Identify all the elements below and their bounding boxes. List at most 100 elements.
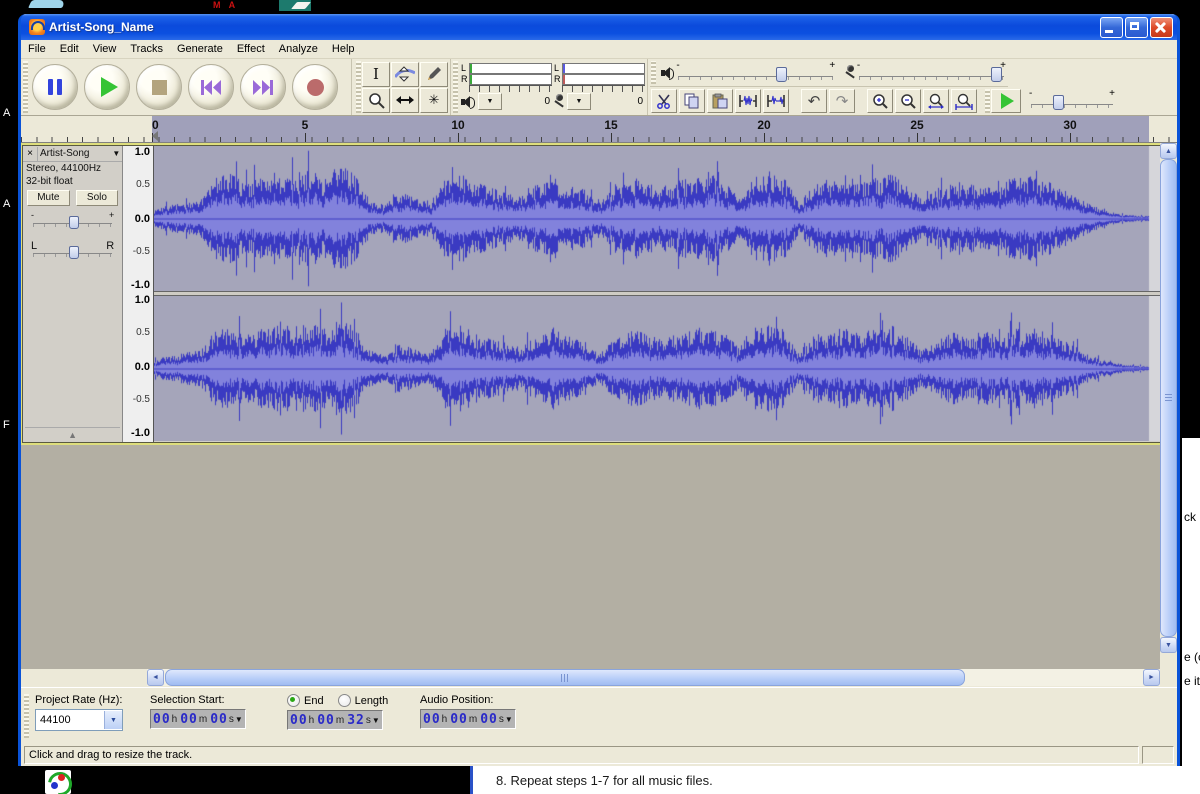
play-button[interactable] xyxy=(84,64,130,110)
timeshift-tool-button[interactable] xyxy=(391,88,419,113)
menu-edit[interactable]: Edit xyxy=(53,41,86,57)
audio-position-field[interactable]: 00h 00m 00s ▼ xyxy=(420,709,516,729)
track-gain-thumb[interactable] xyxy=(69,216,79,229)
track-pan-slider[interactable]: L R xyxy=(33,242,112,260)
track-collapse-button[interactable]: ▲ xyxy=(25,427,120,442)
waveform-channel-right[interactable] xyxy=(154,296,1160,441)
multi-tool-icon: ✳ xyxy=(429,92,440,108)
length-radio[interactable]: Length xyxy=(338,694,389,707)
scroll-down-button[interactable]: ▼ xyxy=(1160,637,1177,653)
record-button[interactable] xyxy=(292,64,338,110)
minimize-button[interactable] xyxy=(1100,17,1123,38)
track-title-menu[interactable]: Artist-Song ▼ xyxy=(38,148,122,159)
maximize-button[interactable] xyxy=(1125,17,1148,38)
audio-position-group: Audio Position: 00h 00m 00s ▼ xyxy=(420,694,516,729)
pause-button[interactable] xyxy=(32,64,78,110)
status-resize-grip[interactable] xyxy=(1142,746,1174,764)
field-dropdown-icon[interactable]: ▼ xyxy=(505,715,513,724)
selection-tool-button[interactable]: I xyxy=(362,62,390,87)
paste-button[interactable] xyxy=(707,89,733,113)
output-volume-thumb[interactable] xyxy=(776,67,787,82)
end-radio[interactable]: End xyxy=(287,694,324,707)
field-dropdown-icon[interactable]: ▼ xyxy=(235,715,243,724)
menu-help[interactable]: Help xyxy=(325,41,362,57)
field-dropdown-icon[interactable]: ▼ xyxy=(372,716,380,725)
menu-effect[interactable]: Effect xyxy=(230,41,272,57)
cut-button[interactable] xyxy=(651,89,677,113)
toolbar-grip[interactable] xyxy=(651,61,656,84)
redo-button[interactable]: ↷ xyxy=(829,89,855,113)
toolbar-grip[interactable] xyxy=(24,694,29,738)
play-icon xyxy=(101,77,118,97)
recording-meter-dropdown[interactable]: ▼ xyxy=(567,93,591,110)
undo-button[interactable]: ↶ xyxy=(801,89,827,113)
toolbar-grip[interactable] xyxy=(985,89,990,113)
mixer-toolbar: - + - + xyxy=(650,59,1008,87)
horizontal-scrollbar-row: ◄ ► xyxy=(21,669,1177,687)
menu-tracks[interactable]: Tracks xyxy=(123,41,170,57)
playback-meter-dropdown[interactable]: ▼ xyxy=(478,93,502,110)
menu-generate[interactable]: Generate xyxy=(170,41,230,57)
vertical-scrollbar[interactable]: ▲ ▼ xyxy=(1160,143,1177,669)
horizontal-scrollbar[interactable]: ◄ ► xyxy=(147,669,1160,686)
scroll-up-button[interactable]: ▲ xyxy=(1160,143,1177,159)
output-volume-slider[interactable]: - + xyxy=(678,63,833,83)
vertical-ruler[interactable]: 1.0 0.5 0.0 -0.5 -1.0 1.0 0.5 0.0 -0.5 -… xyxy=(123,146,154,442)
menu-view[interactable]: View xyxy=(86,41,124,57)
background-fragment-blob xyxy=(28,0,66,8)
track-canvas-area[interactable]: × Artist-Song ▼ Stereo, 44100Hz 32-bit f… xyxy=(21,143,1177,669)
trim-audio-button[interactable] xyxy=(735,89,761,113)
project-rate-combo[interactable]: 44100 ▼ xyxy=(35,709,123,731)
selection-start-group: Selection Start: 00h 00m 00s ▼ xyxy=(150,694,246,729)
timeline-ruler[interactable]: 0 5 10 15 20 25 30 xyxy=(21,116,1177,143)
skip-to-end-button[interactable] xyxy=(240,64,286,110)
radio-unselected-icon xyxy=(338,694,351,707)
ruler-label: 10 xyxy=(446,118,470,132)
recording-meter[interactable]: L R ▼ 0 xyxy=(554,63,645,112)
skip-to-start-button[interactable] xyxy=(188,64,234,110)
title-bar[interactable]: Artist-Song_Name xyxy=(21,14,1177,40)
solo-button[interactable]: Solo xyxy=(76,190,119,206)
background-letter: F xyxy=(3,419,10,431)
draw-tool-button[interactable] xyxy=(420,62,448,87)
silence-audio-button[interactable] xyxy=(763,89,789,113)
fit-selection-button[interactable] xyxy=(923,89,949,113)
toolbar-grip[interactable] xyxy=(453,61,458,113)
mute-button[interactable]: Mute xyxy=(27,190,70,206)
envelope-tool-button[interactable] xyxy=(391,62,419,87)
playback-speed-slider[interactable]: - + xyxy=(1031,91,1113,111)
track-close-button[interactable]: × xyxy=(23,147,38,161)
menu-analyze[interactable]: Analyze xyxy=(272,41,325,57)
selection-start-marker xyxy=(152,131,158,141)
selection-end-field[interactable]: 00h 00m 32s ▼ xyxy=(287,710,383,730)
playback-speed-thumb[interactable] xyxy=(1053,95,1064,110)
toolbar-grip[interactable] xyxy=(356,61,361,113)
taskbar-app-icon[interactable] xyxy=(45,770,71,794)
track-gain-slider[interactable]: - + xyxy=(33,212,112,230)
close-button[interactable] xyxy=(1150,17,1173,38)
ruler-label: 30 xyxy=(1058,118,1082,132)
track-pan-thumb[interactable] xyxy=(69,246,79,259)
input-volume-thumb[interactable] xyxy=(991,67,1002,82)
fit-project-button[interactable] xyxy=(951,89,977,113)
toolbar-grip[interactable] xyxy=(23,61,28,113)
zoom-in-button[interactable] xyxy=(867,89,893,113)
vertical-scroll-thumb[interactable] xyxy=(1160,159,1177,637)
multi-tool-button[interactable]: ✳ xyxy=(420,88,448,113)
play-at-speed-button[interactable] xyxy=(991,89,1021,113)
playback-meter[interactable]: L R ▼ 0 xyxy=(461,63,552,112)
waveform-channel-left[interactable] xyxy=(154,146,1160,291)
input-volume-slider[interactable]: - + xyxy=(859,63,1004,83)
stop-button[interactable] xyxy=(136,64,182,110)
menu-file[interactable]: File xyxy=(21,41,53,57)
scroll-left-button[interactable]: ◄ xyxy=(147,669,164,686)
zoom-out-button[interactable] xyxy=(895,89,921,113)
horizontal-scroll-thumb[interactable] xyxy=(165,669,965,686)
track-control-panel: × Artist-Song ▼ Stereo, 44100Hz 32-bit f… xyxy=(23,146,123,442)
project-rate-label: Project Rate (Hz): xyxy=(35,694,123,706)
scroll-right-button[interactable]: ► xyxy=(1143,669,1160,686)
copy-button[interactable] xyxy=(679,89,705,113)
selection-start-field[interactable]: 00h 00m 00s ▼ xyxy=(150,709,246,729)
zoom-tool-button[interactable] xyxy=(362,88,390,113)
ruler-major-tick xyxy=(917,133,918,142)
